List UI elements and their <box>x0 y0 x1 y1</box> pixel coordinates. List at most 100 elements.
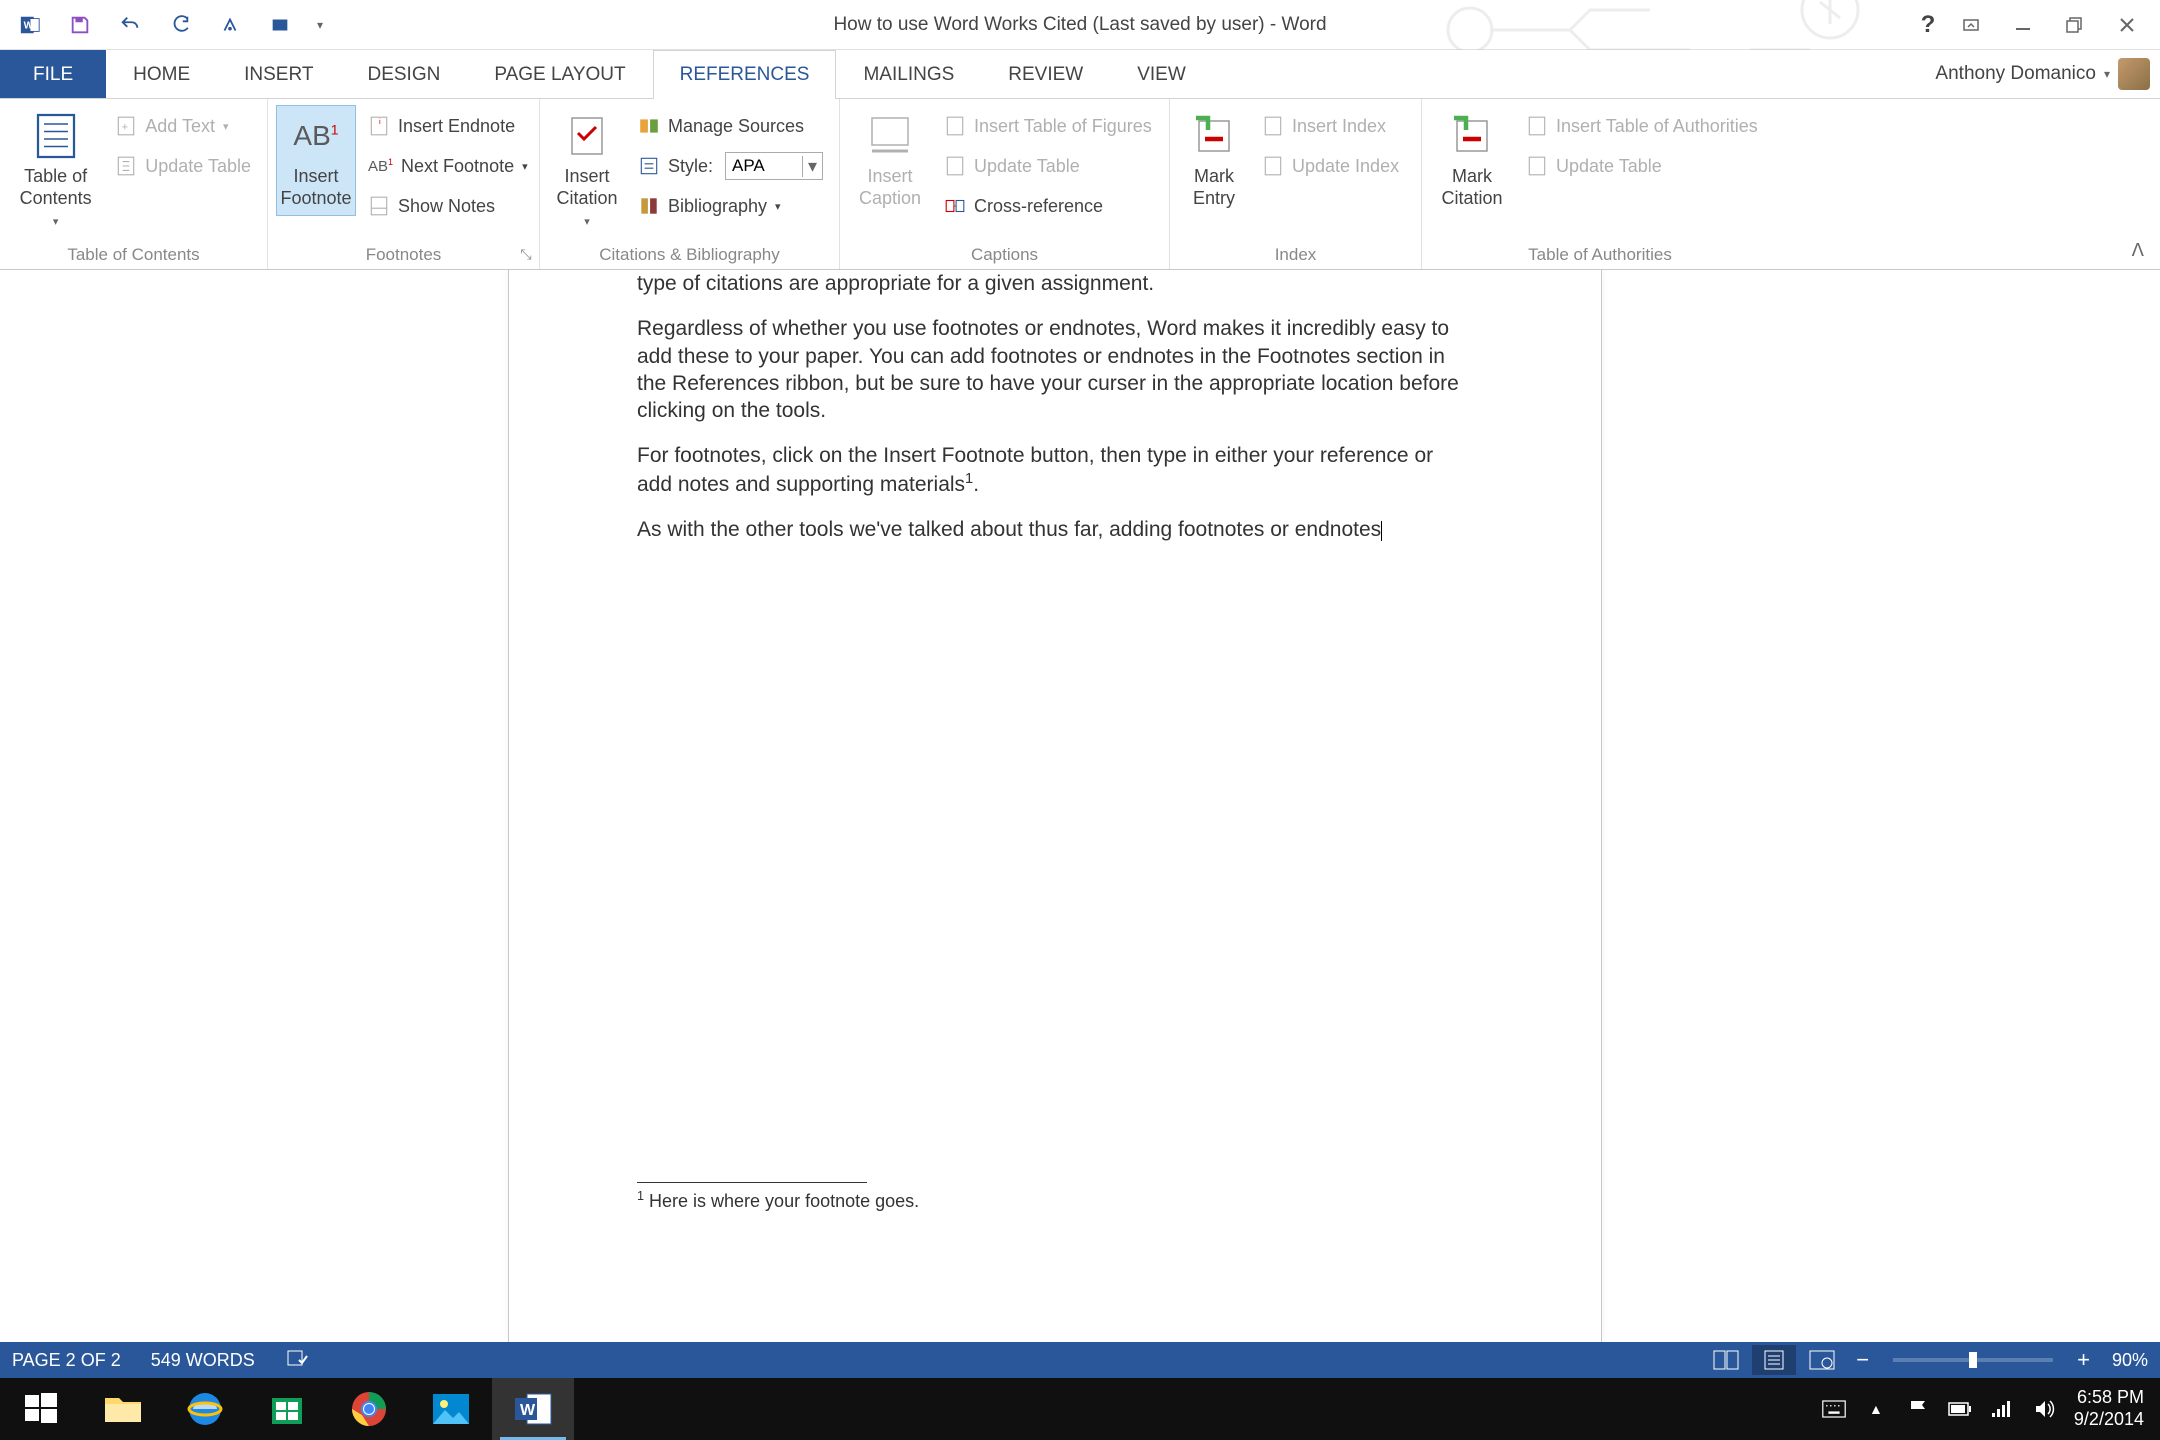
document-area[interactable]: type of citations are appropriate for a … <box>0 270 2160 1342</box>
zoom-slider[interactable] <box>1893 1358 2053 1362</box>
footnotes-dialog-launcher-icon[interactable]: ⤡ <box>517 245 535 263</box>
tab-file[interactable]: FILE <box>0 50 106 98</box>
group-authorities: Mark Citation Insert Table of Authoritie… <box>1422 99 1778 269</box>
style-value[interactable] <box>726 156 802 176</box>
paragraph: Regardless of whether you use footnotes … <box>637 315 1473 424</box>
minimize-icon[interactable] <box>1998 5 2048 45</box>
read-mode-icon[interactable] <box>1704 1345 1748 1375</box>
insert-figures-button[interactable]: Insert Table of Figures <box>936 109 1160 143</box>
group-label-toc: Table of Contents <box>8 241 259 269</box>
mark-entry-icon <box>1190 112 1238 160</box>
group-citations: Insert Citation ▾ Manage Sources Style:▾… <box>540 99 840 269</box>
save-icon[interactable] <box>58 5 102 45</box>
zoom-in-icon[interactable]: + <box>2069 1347 2098 1373</box>
footnote-text: 1 Here is where your footnote goes. <box>637 1189 1473 1212</box>
page-indicator[interactable]: PAGE 2 OF 2 <box>12 1350 121 1371</box>
insert-citation-button[interactable]: Insert Citation ▾ <box>548 105 626 235</box>
group-label-index: Index <box>1178 241 1413 269</box>
insert-caption-button[interactable]: Insert Caption <box>848 105 932 216</box>
update-captions-button[interactable]: Update Table <box>936 149 1160 183</box>
wifi-icon[interactable] <box>1990 1397 2014 1421</box>
citation-icon <box>563 112 611 160</box>
mark-citation-button[interactable]: Mark Citation <box>1430 105 1514 216</box>
clock[interactable]: 6:58 PM 9/2/2014 <box>2074 1387 2144 1430</box>
spell-check-icon[interactable] <box>285 1346 309 1375</box>
paragraph: As with the other tools we've talked abo… <box>637 516 1473 543</box>
bibliography-button[interactable]: Bibliography ▾ <box>630 189 831 223</box>
user-account[interactable]: Anthony Domanico ▾ <box>1935 50 2150 98</box>
mark-entry-button[interactable]: Mark Entry <box>1178 105 1250 216</box>
update-authorities-button[interactable]: Update Table <box>1518 149 1766 183</box>
volume-icon[interactable] <box>2032 1397 2056 1421</box>
title-bar: W ▾ How to use Word Works Cited (Last sa… <box>0 0 2160 50</box>
next-footnote-button[interactable]: AB1Next Footnote ▾ <box>360 149 536 183</box>
undo-icon[interactable] <box>108 5 152 45</box>
insert-endnote-button[interactable]: iInsert Endnote <box>360 109 536 143</box>
insert-index-button[interactable]: Insert Index <box>1254 109 1407 143</box>
chrome-icon[interactable] <box>328 1378 410 1440</box>
table-of-contents-button[interactable]: Table of Contents ▾ <box>8 105 103 235</box>
style-combo[interactable]: ▾ <box>725 152 823 180</box>
manage-sources-button[interactable]: Manage Sources <box>630 109 831 143</box>
group-index: Mark Entry Insert Index Update Index Ind… <box>1170 99 1422 269</box>
insert-authorities-button[interactable]: Insert Table of Authorities <box>1518 109 1766 143</box>
tab-insert[interactable]: INSERT <box>217 50 340 98</box>
mark-entry-label: Mark Entry <box>1193 166 1235 209</box>
tab-page-layout[interactable]: PAGE LAYOUT <box>467 50 652 98</box>
ribbon-tabs: FILE HOME INSERT DESIGN PAGE LAYOUT REFE… <box>0 50 2160 98</box>
ie-icon[interactable] <box>164 1378 246 1440</box>
footnote-area: 1 Here is where your footnote goes. <box>637 1182 1473 1212</box>
ribbon: Table of Contents ▾ +Add Text ▾ Update T… <box>0 98 2160 270</box>
group-label-authorities: Table of Authorities <box>1430 241 1770 269</box>
print-layout-icon[interactable] <box>1752 1345 1796 1375</box>
touch-mode-icon[interactable] <box>258 5 302 45</box>
footnote-separator <box>637 1182 867 1183</box>
photos-icon[interactable] <box>410 1378 492 1440</box>
start-button[interactable] <box>0 1378 82 1440</box>
zoom-level[interactable]: 90% <box>2102 1350 2148 1371</box>
footnote-icon: AB1 <box>292 112 340 160</box>
show-notes-button[interactable]: Show Notes <box>360 189 536 223</box>
quick-print-icon[interactable] <box>208 5 252 45</box>
zoom-out-icon[interactable]: − <box>1848 1347 1877 1373</box>
style-selector[interactable]: Style:▾ <box>630 149 831 183</box>
mark-citation-label: Mark Citation <box>1441 166 1502 209</box>
chevron-down-icon[interactable]: ▾ <box>802 156 822 177</box>
close-icon[interactable] <box>2102 5 2152 45</box>
battery-icon[interactable] <box>1948 1397 1972 1421</box>
tab-references[interactable]: REFERENCES <box>653 50 837 98</box>
add-text-button[interactable]: +Add Text ▾ <box>107 109 259 143</box>
tab-home[interactable]: HOME <box>106 50 217 98</box>
word-taskbar-icon[interactable]: W <box>492 1378 574 1440</box>
qat-customize-icon[interactable]: ▾ <box>308 5 332 45</box>
svg-text:+: + <box>122 121 128 133</box>
toc-icon <box>32 112 80 160</box>
tray-chevron-icon[interactable]: ▲ <box>1864 1397 1888 1421</box>
ribbon-display-icon[interactable] <box>1946 5 1996 45</box>
help-icon[interactable]: ? <box>1912 9 1944 41</box>
word-count[interactable]: 549 WORDS <box>151 1350 255 1371</box>
restore-icon[interactable] <box>2050 5 2100 45</box>
collapse-ribbon-icon[interactable]: ᐱ <box>2132 240 2144 261</box>
tab-design[interactable]: DESIGN <box>340 50 467 98</box>
tab-view[interactable]: VIEW <box>1110 50 1213 98</box>
tab-review[interactable]: REVIEW <box>981 50 1110 98</box>
update-toc-button[interactable]: Update Table <box>107 149 259 183</box>
tab-mailings[interactable]: MAILINGS <box>836 50 981 98</box>
flag-icon[interactable] <box>1906 1397 1930 1421</box>
insert-footnote-button[interactable]: AB1 Insert Footnote <box>276 105 356 216</box>
store-icon[interactable] <box>246 1378 328 1440</box>
redo-icon[interactable] <box>158 5 202 45</box>
word-app-icon[interactable]: W <box>8 5 52 45</box>
window-title: How to use Word Works Cited (Last saved … <box>833 14 1326 36</box>
svg-text:i: i <box>379 117 381 126</box>
taskbar: W ▲ 6:58 PM 9/2/2014 <box>0 1378 2160 1440</box>
group-toc: Table of Contents ▾ +Add Text ▾ Update T… <box>0 99 268 269</box>
keyboard-icon[interactable] <box>1822 1397 1846 1421</box>
update-index-button[interactable]: Update Index <box>1254 149 1407 183</box>
file-explorer-icon[interactable] <box>82 1378 164 1440</box>
mark-citation-icon <box>1448 112 1496 160</box>
web-layout-icon[interactable] <box>1800 1345 1844 1375</box>
footnote-label: Insert Footnote <box>280 166 351 209</box>
cross-reference-button[interactable]: Cross-reference <box>936 189 1160 223</box>
